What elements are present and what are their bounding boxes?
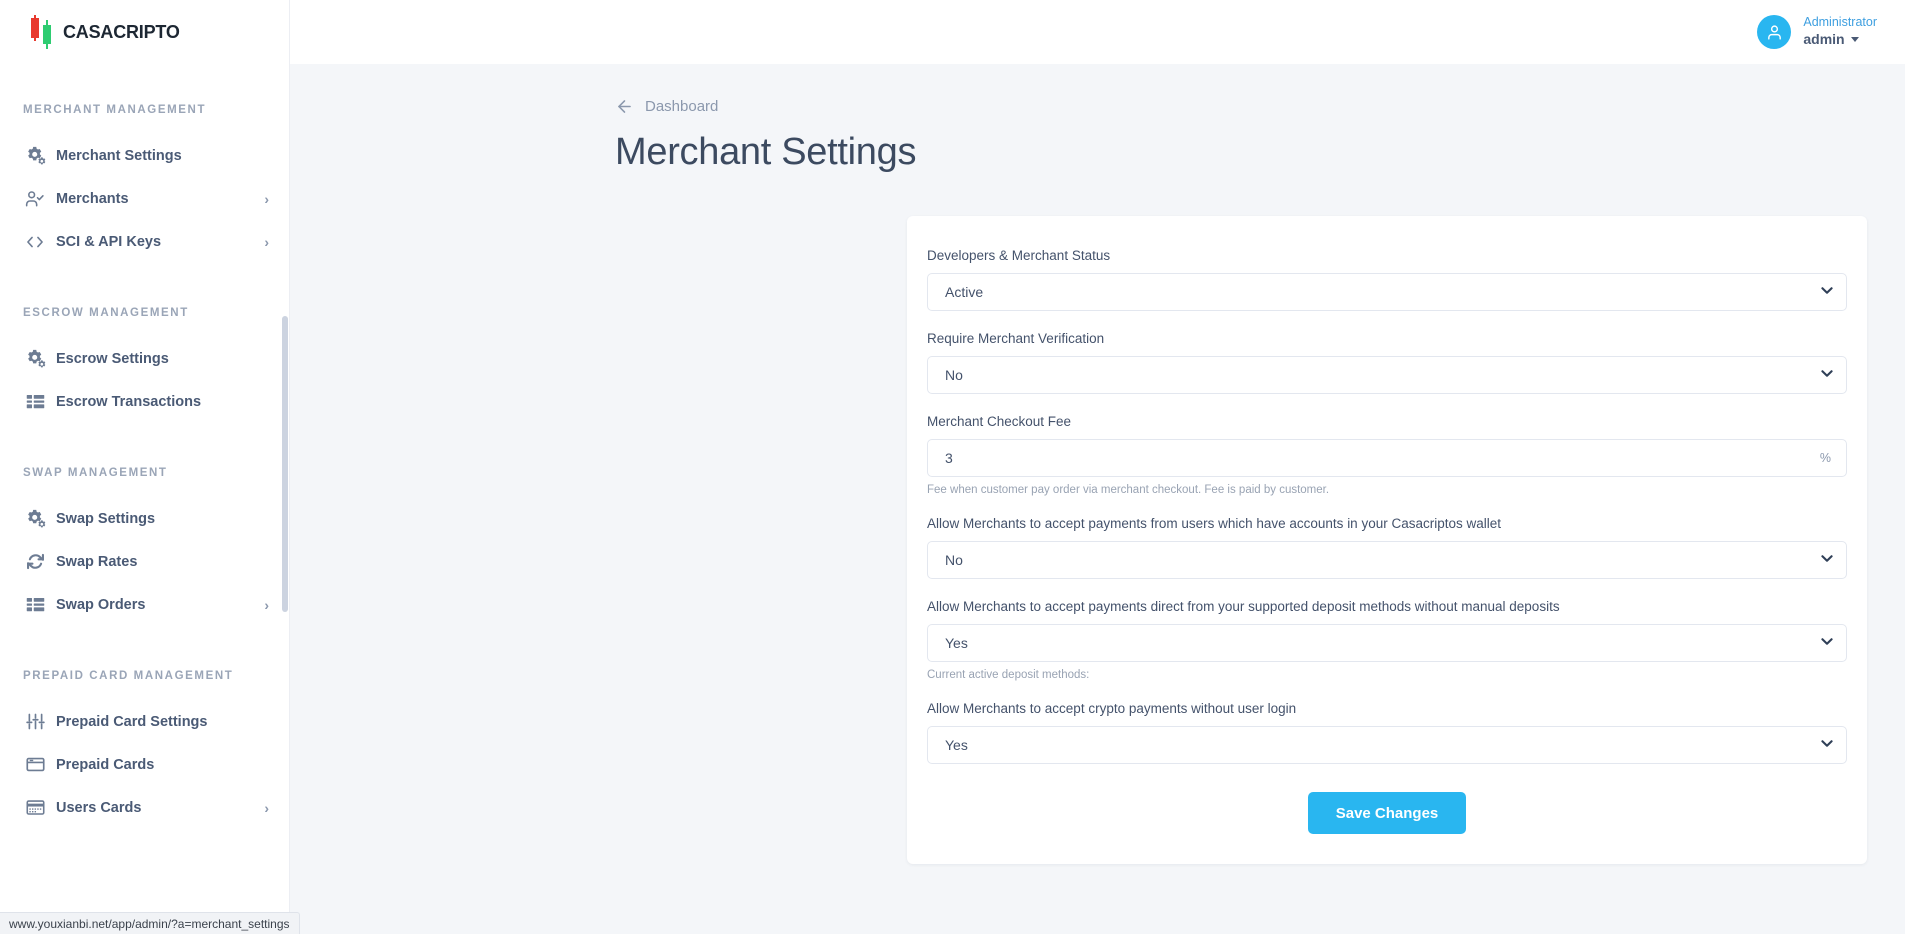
gears-icon <box>23 144 47 168</box>
brand-name: CASACRIPTO <box>63 22 180 43</box>
field-control: NoYes <box>927 356 1847 394</box>
refresh-icon <box>23 550 47 574</box>
field-control: YesNo <box>927 624 1847 662</box>
field-label: Allow Merchants to accept payments from … <box>927 516 1847 531</box>
save-row: Save Changes <box>927 792 1847 834</box>
select-1[interactable]: NoYes <box>927 356 1847 394</box>
sidebar-item-swap-settings[interactable]: Swap Settings <box>0 497 289 540</box>
sidebar-item-label: Merchant Settings <box>56 148 182 164</box>
sidebar-section-title: MERCHANT MANAGEMENT <box>0 104 289 116</box>
sidebar-item-escrow-settings[interactable]: Escrow Settings <box>0 337 289 380</box>
sidebar: CASACRIPTO MERCHANT MANAGEMENT Merchant S… <box>0 0 290 934</box>
sliders-icon <box>23 710 47 734</box>
card-icon <box>23 753 47 777</box>
sidebar-item-label: Merchants <box>56 191 129 207</box>
form-field: Allow Merchants to accept payments direc… <box>927 599 1847 681</box>
sidebar-item-label: Prepaid Cards <box>56 757 154 773</box>
chevron-right-icon[interactable]: › <box>264 801 269 815</box>
field-label: Require Merchant Verification <box>927 331 1847 346</box>
sidebar-item-prepaid-card-settings[interactable]: Prepaid Card Settings <box>0 700 289 743</box>
chevron-right-icon[interactable]: › <box>264 598 269 612</box>
chevron-right-icon[interactable]: › <box>264 192 269 206</box>
arrow-left-icon <box>615 97 634 116</box>
sidebar-item-merchants[interactable]: Merchants › <box>0 177 289 220</box>
user-name-row[interactable]: admin <box>1803 31 1877 49</box>
sidebar-section-title: PREPAID CARD MANAGEMENT <box>0 670 289 682</box>
field-label: Merchant Checkout Fee <box>927 414 1847 429</box>
avatar <box>1757 15 1791 49</box>
sidebar-item-swap-orders[interactable]: Swap Orders › <box>0 583 289 626</box>
field-control: YesNo <box>927 726 1847 764</box>
chevron-down-icon <box>1851 37 1859 42</box>
sidebar-item-sci-api-keys[interactable]: SCI & API Keys › <box>0 220 289 263</box>
sidebar-item-swap-rates[interactable]: Swap Rates <box>0 540 289 583</box>
user-menu[interactable]: Administrator admin <box>1757 15 1877 49</box>
input-2[interactable] <box>927 439 1847 477</box>
gears-icon <box>23 507 47 531</box>
sidebar-item-escrow-transactions[interactable]: Escrow Transactions <box>0 380 289 423</box>
form-field: Allow Merchants to accept payments from … <box>927 516 1847 579</box>
merchant-settings-card: Developers & Merchant Status ActiveInacti… <box>907 216 1867 864</box>
status-url: www.youxianbi.net/app/admin/?a=merchant_… <box>9 917 290 931</box>
main-content: Dashboard Merchant Settings Developers &… <box>290 64 1905 934</box>
field-label: Allow Merchants to accept crypto payment… <box>927 701 1847 716</box>
field-control: % <box>927 439 1847 477</box>
form-field: Merchant Checkout Fee% Fee when customer … <box>927 414 1847 496</box>
select-0[interactable]: ActiveInactive <box>927 273 1847 311</box>
gears-icon <box>23 347 47 371</box>
code-brackets-icon <box>23 230 47 254</box>
field-label: Developers & Merchant Status <box>927 248 1847 263</box>
browser-status-bar: www.youxianbi.net/app/admin/?a=merchant_… <box>0 912 300 934</box>
cards-stack-icon <box>23 796 47 820</box>
form-field: Allow Merchants to accept crypto payment… <box>927 701 1847 764</box>
sidebar-item-prepaid-cards[interactable]: Prepaid Cards <box>0 743 289 786</box>
breadcrumb[interactable]: Dashboard <box>615 97 718 116</box>
sidebar-item-label: Escrow Transactions <box>56 394 201 410</box>
topbar: Administrator admin <box>290 0 1905 64</box>
sidebar-item-label: Swap Orders <box>56 597 145 613</box>
save-changes-button[interactable]: Save Changes <box>1308 792 1467 834</box>
breadcrumb-label: Dashboard <box>645 98 718 115</box>
sidebar-item-users-cards[interactable]: Users Cards › <box>0 786 289 829</box>
admin-page: CASACRIPTO MERCHANT MANAGEMENT Merchant S… <box>0 0 1905 934</box>
user-check-icon <box>23 187 47 211</box>
sidebar-scrollbar-thumb[interactable] <box>282 316 288 612</box>
sidebar-section-title: ESCROW MANAGEMENT <box>0 307 289 319</box>
sidebar-item-label: Swap Settings <box>56 511 155 527</box>
field-control: ActiveInactive <box>927 273 1847 311</box>
form-field: Require Merchant Verification NoYes <box>927 331 1847 394</box>
field-helper-text: Fee when customer pay order via merchant… <box>927 484 1847 496</box>
page-title: Merchant Settings <box>615 131 1905 174</box>
list-grid-icon <box>23 390 47 414</box>
brand-logo[interactable]: CASACRIPTO <box>0 0 289 64</box>
list-grid-icon <box>23 593 47 617</box>
field-control: NoYes <box>927 541 1847 579</box>
candlestick-logo-icon <box>28 15 54 49</box>
field-label: Allow Merchants to accept payments direc… <box>927 599 1847 614</box>
sidebar-nav: MERCHANT MANAGEMENT Merchant Settings Merc… <box>0 64 289 829</box>
sidebar-item-label: Prepaid Card Settings <box>56 714 207 730</box>
form-field: Developers & Merchant Status ActiveInacti… <box>927 248 1847 311</box>
sidebar-item-merchant-settings[interactable]: Merchant Settings <box>0 134 289 177</box>
user-role: Administrator <box>1803 15 1877 31</box>
settings-form: Developers & Merchant Status ActiveInacti… <box>927 248 1847 764</box>
sidebar-section-title: SWAP MANAGEMENT <box>0 467 289 479</box>
sidebar-item-label: SCI & API Keys <box>56 234 161 250</box>
select-3[interactable]: NoYes <box>927 541 1847 579</box>
sidebar-item-label: Escrow Settings <box>56 351 169 367</box>
select-4[interactable]: YesNo <box>927 624 1847 662</box>
select-5[interactable]: YesNo <box>927 726 1847 764</box>
sidebar-item-label: Swap Rates <box>56 554 137 570</box>
user-name: admin <box>1803 31 1844 49</box>
chevron-right-icon[interactable]: › <box>264 235 269 249</box>
sidebar-item-label: Users Cards <box>56 800 141 816</box>
field-helper-text: Current active deposit methods: <box>927 669 1847 681</box>
